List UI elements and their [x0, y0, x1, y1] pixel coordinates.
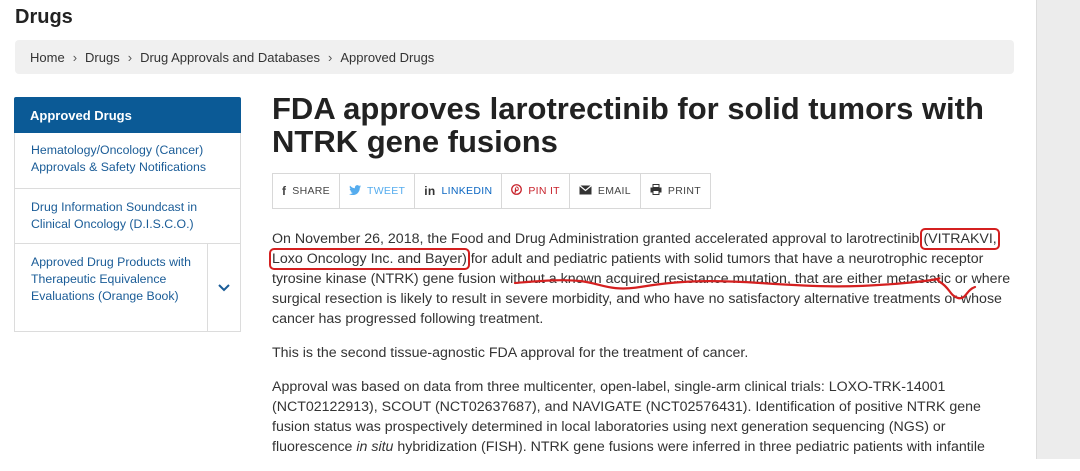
right-scroll-panel [1036, 0, 1080, 459]
chevron-right-icon: › [328, 49, 333, 65]
share-facebook-button[interactable]: f SHARE [273, 174, 340, 208]
paragraph-3: Approval was based on data from three mu… [272, 377, 1022, 457]
sidebar: Approved Drugs Hematology/Oncology (Canc… [14, 97, 241, 332]
paragraph-1: On November 26, 2018, the Food and Drug … [269, 228, 1022, 329]
email-icon [579, 184, 592, 198]
breadcrumb-approved-drugs[interactable]: Approved Drugs [340, 50, 434, 65]
paragraph-3-text-b: hybridization (FISH). NTRK gene fusions … [393, 439, 985, 455]
sidebar-item-approved-drugs[interactable]: Approved Drugs [14, 97, 241, 133]
share-twitter-button[interactable]: TWEET [340, 174, 416, 208]
share-email-button[interactable]: EMAIL [570, 174, 641, 208]
paragraph-2: This is the second tissue-agnostic FDA a… [272, 345, 749, 361]
sidebar-item-disco[interactable]: Drug Information Soundcast in Clinical O… [14, 189, 241, 244]
pinterest-icon [511, 184, 523, 198]
facebook-icon: f [282, 184, 287, 198]
share-linkedin-button[interactable]: in LINKEDIN [415, 174, 503, 208]
twitter-icon [348, 184, 361, 198]
article-title: FDA approves larotrectinib for solid tum… [272, 91, 984, 159]
share-twitter-label: TWEET [366, 185, 406, 197]
share-linkedin-label: LINKEDIN [441, 185, 493, 197]
page-header: Drugs [15, 6, 73, 28]
breadcrumb-drugs[interactable]: Drugs [85, 50, 120, 65]
breadcrumb: Home › Drugs › Drug Approvals and Databa… [15, 40, 1014, 74]
breadcrumb-approvals[interactable]: Drug Approvals and Databases [140, 50, 320, 65]
share-facebook-label: SHARE [292, 185, 330, 197]
paragraph-3-emphasis: in situ [356, 439, 394, 455]
article-body: On November 26, 2018, the Food and Drug … [269, 228, 1022, 471]
chevron-right-icon: › [127, 49, 133, 65]
breadcrumb-home[interactable]: Home [30, 50, 65, 65]
share-email-label: EMAIL [597, 185, 631, 197]
share-print-button[interactable]: PRINT [641, 174, 710, 208]
sidebar-item-orange-book: Approved Drug Products with Therapeutic … [14, 244, 241, 332]
sidebar-item-hematology-oncology[interactable]: Hematology/Oncology (Cancer) Approvals &… [14, 133, 241, 189]
share-print-label: PRINT [667, 185, 701, 197]
paragraph-1-text-a: On November 26, 2018, the Food and Drug … [272, 231, 920, 247]
print-icon [650, 184, 662, 198]
share-pinterest-label: PIN IT [528, 185, 560, 197]
sidebar-item-orange-book-link[interactable]: Approved Drug Products with Therapeutic … [15, 244, 208, 331]
linkedin-icon: in [424, 184, 436, 198]
share-bar: f SHARE TWEET in LINKEDIN PIN IT EMAIL P… [272, 173, 711, 209]
share-pinterest-button[interactable]: PIN IT [502, 174, 570, 208]
chevron-right-icon: › [72, 49, 78, 65]
chevron-down-icon[interactable] [208, 244, 240, 331]
